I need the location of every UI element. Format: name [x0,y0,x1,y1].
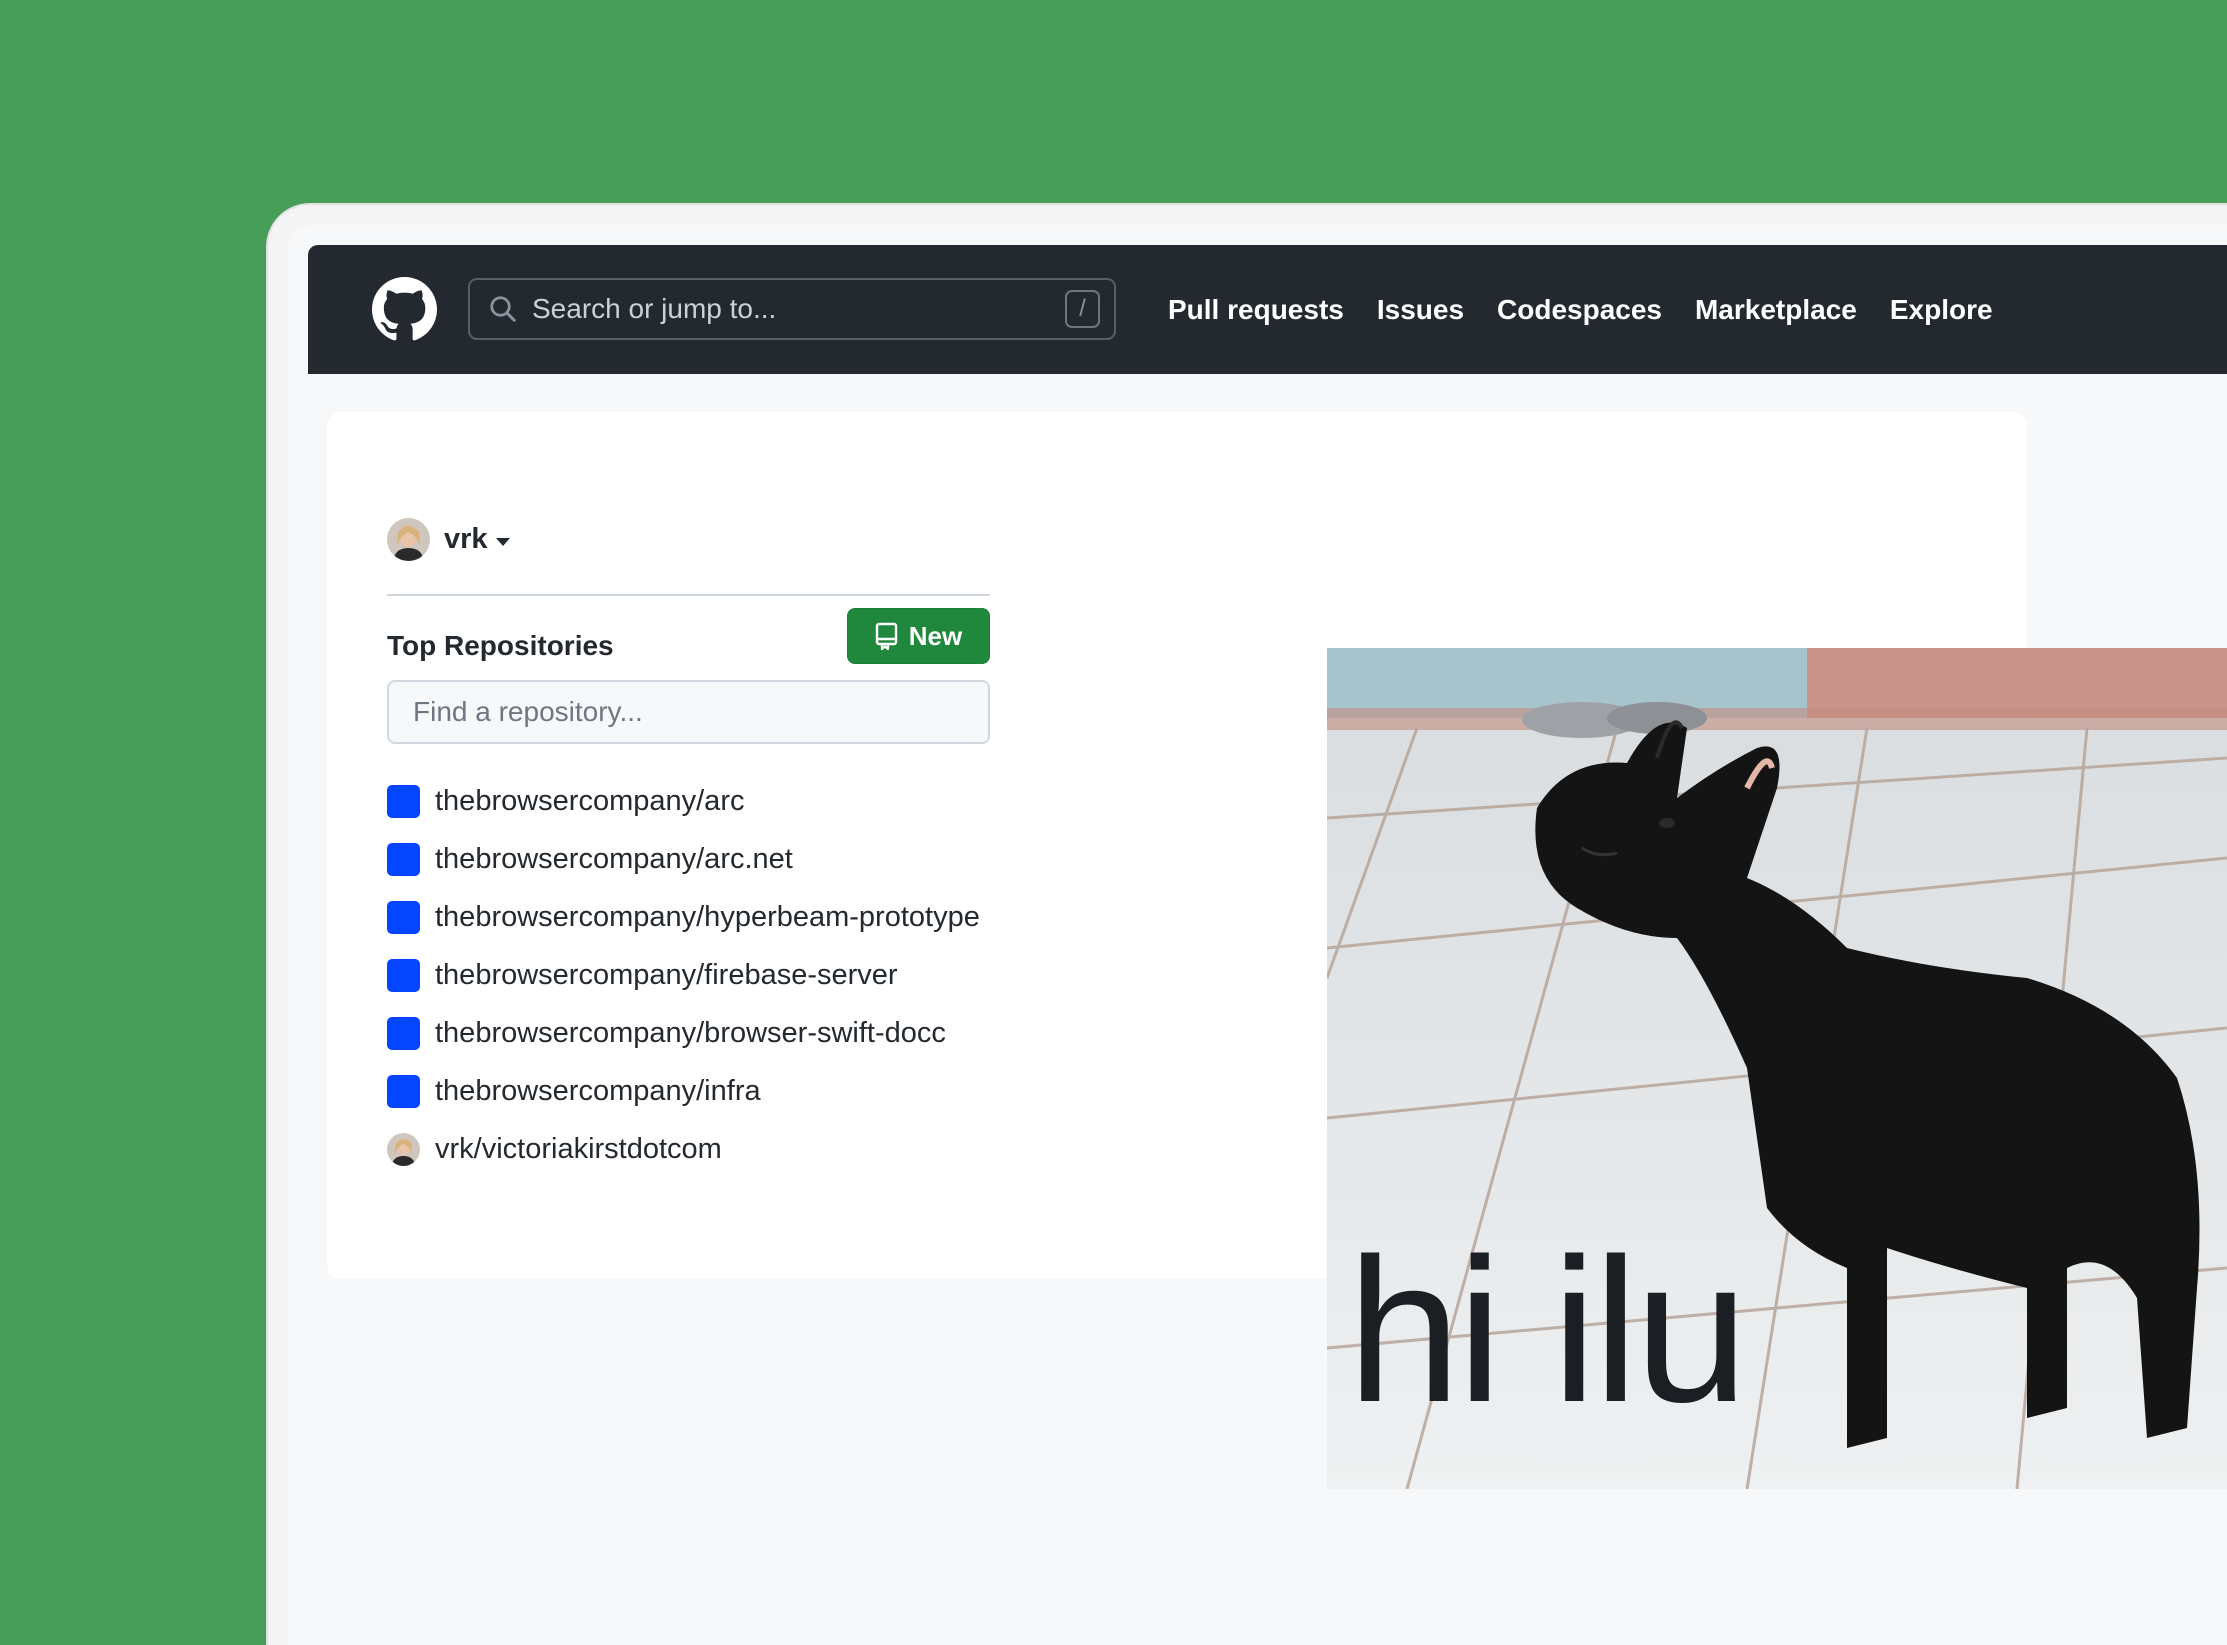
list-item[interactable]: thebrowsercompany/arc [387,772,980,830]
nav-explore[interactable]: Explore [1890,294,1993,326]
caret-down-icon [495,537,510,546]
list-item[interactable]: thebrowsercompany/arc.net [387,830,980,888]
dog-photo: hi ilu [1327,648,2227,1489]
repo-icon [875,622,897,650]
context-switcher[interactable]: vrk [387,518,510,561]
list-item[interactable]: thebrowsercompany/infra [387,1062,980,1120]
repo-link[interactable]: thebrowsercompany/browser-swift-docc [435,1017,946,1050]
nav-codespaces[interactable]: Codespaces [1497,294,1662,326]
repo-link[interactable]: thebrowsercompany/arc.net [435,843,793,876]
avatar [387,518,430,561]
nav-pull-requests[interactable]: Pull requests [1168,294,1344,326]
repository-list: thebrowsercompany/arc thebrowsercompany/… [387,772,980,1178]
list-item[interactable]: vrk/victoriakirstdotcom [387,1120,980,1178]
org-avatar-icon [387,958,420,992]
github-header: Search or jump to... / Pull requests Iss… [308,245,2227,374]
find-repository-input[interactable] [387,680,990,744]
username: vrk [444,523,488,555]
top-repositories-heading: Top Repositories [387,630,614,661]
photo-caption: hi ilu [1347,1216,1749,1445]
search-shortcut-badge: / [1065,290,1100,328]
header-nav: Pull requests Issues Codespaces Marketpl… [1168,245,1993,374]
repo-link[interactable]: vrk/victoriakirstdotcom [435,1133,722,1166]
divider [387,594,990,596]
org-avatar-icon [387,1074,420,1108]
org-avatar-icon [387,784,420,818]
search-icon [490,296,516,322]
user-avatar-icon [387,1132,420,1166]
org-avatar-icon [387,900,420,934]
repo-link[interactable]: thebrowsercompany/hyperbeam-prototype [435,901,980,934]
repo-link[interactable]: thebrowsercompany/infra [435,1075,761,1108]
new-button-label: New [908,620,963,651]
repo-link[interactable]: thebrowsercompany/firebase-server [435,959,898,992]
org-avatar-icon [387,1016,420,1050]
list-item[interactable]: thebrowsercompany/firebase-server [387,946,980,1004]
nav-marketplace[interactable]: Marketplace [1695,294,1857,326]
list-item[interactable]: thebrowsercompany/browser-swift-docc [387,1004,980,1062]
new-repository-button[interactable]: New [847,608,990,664]
search-placeholder: Search or jump to... [532,293,777,324]
org-avatar-icon [387,842,420,876]
repo-link[interactable]: thebrowsercompany/arc [435,785,744,818]
search-input[interactable]: Search or jump to... / [468,278,1116,340]
nav-issues[interactable]: Issues [1377,294,1464,326]
list-item[interactable]: thebrowsercompany/hyperbeam-prototype [387,888,980,946]
github-logo-icon[interactable] [372,277,437,342]
